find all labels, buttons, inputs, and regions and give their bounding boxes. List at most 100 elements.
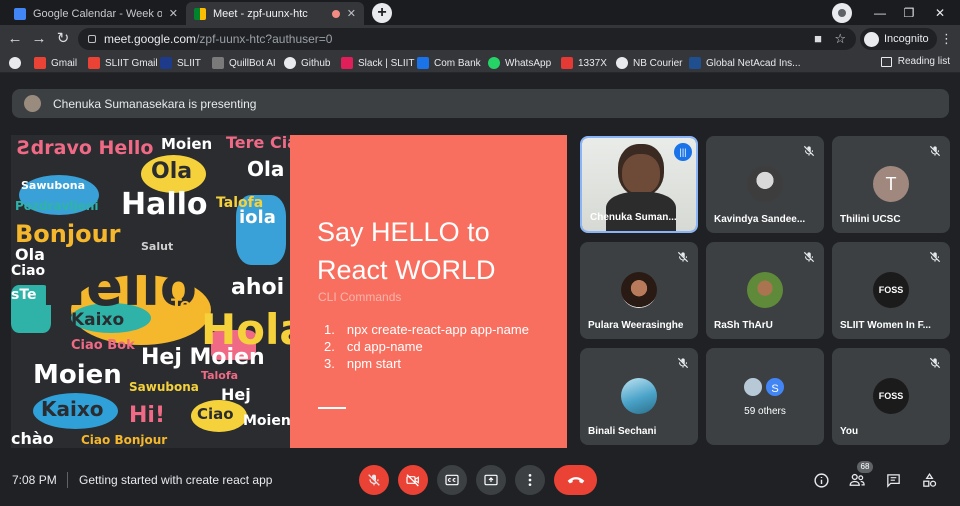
bookmark-github[interactable]: Github xyxy=(284,56,330,70)
participant-tile-others[interactable]: S 59 others xyxy=(706,348,824,445)
reading-list-button[interactable]: Reading list xyxy=(880,56,950,67)
slide-title: Say HELLO to React WORLD xyxy=(317,217,496,285)
chat-button[interactable] xyxy=(883,470,903,490)
participant-tile-sliit-women[interactable]: FOSS SLIIT Women In F... xyxy=(832,242,950,339)
incognito-indicator[interactable]: Incognito xyxy=(860,28,937,50)
participant-tile-pulara[interactable]: Pulara Weerasinghe xyxy=(580,242,698,339)
bookmark-gmail[interactable]: Gmail xyxy=(34,56,77,70)
url-host: meet.google.com xyxy=(104,32,197,46)
toggle-microphone-button[interactable] xyxy=(359,465,389,495)
bookmark-1337x[interactable]: 1337X xyxy=(561,56,607,70)
avatar xyxy=(621,378,657,414)
presented-slide: Ƨdravo Hello Moien Tere Ciao Ola Sawubon… xyxy=(11,135,567,448)
avatar xyxy=(747,166,783,202)
participant-tile-thilini[interactable]: T Thilini UCSC xyxy=(832,136,950,233)
activities-shapes-icon xyxy=(922,472,936,487)
back-icon[interactable]: ← xyxy=(6,30,24,48)
com-bank-icon xyxy=(417,57,429,69)
tab-meet[interactable]: Meet - zpf-uunx-htc ✕ xyxy=(186,2,364,25)
gmail-icon xyxy=(88,57,100,69)
chrome-menu-icon[interactable]: ⋮ xyxy=(940,31,953,47)
chat-icon xyxy=(886,473,900,488)
new-tab-button[interactable]: + xyxy=(372,3,392,23)
participant-tile-chenuka[interactable]: ||| Chenuka Suman... xyxy=(580,136,698,233)
presenting-text: Chenuka Sumanasekara is presenting xyxy=(53,96,257,111)
participant-name: RaSh ThArU xyxy=(714,320,773,331)
bookmark-global-netacad[interactable]: Global NetAcad Ins... xyxy=(689,56,801,70)
bookmark-nb-courier[interactable]: NB Courier xyxy=(616,56,682,70)
activities-button[interactable] xyxy=(919,470,939,490)
more-options-button[interactable] xyxy=(515,465,545,495)
incognito-label: Incognito xyxy=(884,33,929,45)
speaking-indicator-icon: ||| xyxy=(674,143,692,161)
reload-icon[interactable]: ↻ xyxy=(54,30,72,48)
others-count: 59 others xyxy=(744,406,786,417)
participant-tile-rash[interactable]: RaSh ThArU xyxy=(706,242,824,339)
toggle-camera-button[interactable] xyxy=(398,465,428,495)
hello-words-collage-image: Ƨdravo Hello Moien Tere Ciao Ola Sawubon… xyxy=(11,135,290,448)
list-item: 2. cd app-name xyxy=(324,339,423,354)
meeting-details-button[interactable] xyxy=(811,470,831,490)
address-bar[interactable]: meet.google.com/zpf-uunx-htc?authuser=0 … xyxy=(78,28,856,50)
mic-off-icon xyxy=(366,472,382,488)
tab-close-icon[interactable]: ✕ xyxy=(347,7,356,20)
minimize-icon[interactable]: — xyxy=(870,3,890,23)
bookmark-quillbot[interactable]: QuillBot AI xyxy=(212,56,276,70)
whatsapp-icon xyxy=(488,57,500,69)
camera-in-use-icon[interactable]: ■ xyxy=(814,31,822,46)
mic-off-icon xyxy=(802,144,816,158)
tab-google-calendar[interactable]: Google Calendar - Week of Augu ✕ xyxy=(6,2,186,25)
mic-off-icon xyxy=(676,356,690,370)
participant-tile-you[interactable]: FOSS You xyxy=(832,348,950,445)
participant-name: Binali Sechani xyxy=(588,426,657,437)
gmail-icon xyxy=(34,57,46,69)
calendar-favicon-icon xyxy=(14,7,26,20)
people-icon xyxy=(849,473,865,486)
captions-button[interactable] xyxy=(437,465,467,495)
participant-tile-binali[interactable]: Binali Sechani xyxy=(580,348,698,445)
hang-up-icon xyxy=(567,477,584,484)
forward-icon[interactable]: → xyxy=(30,30,48,48)
reading-list-icon xyxy=(880,56,892,67)
restore-icon[interactable]: ❐ xyxy=(899,3,919,23)
slack-icon xyxy=(341,57,353,69)
mic-off-icon xyxy=(928,250,942,264)
camera-off-icon xyxy=(406,474,419,487)
bookmark-apps-icon[interactable] xyxy=(9,56,21,70)
bookmarks-bar: Gmail SLIIT Gmail SLIIT QuillBot AI Gith… xyxy=(0,53,960,73)
participant-tile-kavindya[interactable]: Kavindya Sandee... xyxy=(706,136,824,233)
netacad-icon xyxy=(689,57,701,69)
bookmark-sliit[interactable]: SLIIT xyxy=(160,56,201,70)
participant-name: SLIIT Women In F... xyxy=(840,320,931,331)
bookmark-com-bank[interactable]: Com Bank xyxy=(417,56,481,70)
browser-tab-strip: Google Calendar - Week of Augu ✕ Meet - … xyxy=(0,0,960,25)
participant-count-badge: 68 xyxy=(857,461,873,473)
bookmark-star-icon[interactable]: ☆ xyxy=(834,31,846,47)
globe-icon xyxy=(616,57,628,69)
presenting-banner: Chenuka Sumanasekara is presenting xyxy=(12,89,949,118)
foss-logo-avatar: FOSS xyxy=(873,272,909,308)
bookmark-slack[interactable]: Slack | SLIIT xyxy=(341,56,415,70)
meet-control-bar: 7:08 PM Getting started with create reac… xyxy=(0,456,960,506)
show-everyone-button[interactable] xyxy=(847,470,867,490)
quillbot-icon xyxy=(212,57,224,69)
present-now-button[interactable] xyxy=(476,465,506,495)
present-screen-icon xyxy=(484,474,498,486)
bookmark-sliit-gmail[interactable]: SLIIT Gmail xyxy=(88,56,158,70)
slide-content-panel: Say HELLO to React WORLD CLI Commands 1.… xyxy=(290,135,567,448)
profile-icon[interactable] xyxy=(832,3,852,23)
browser-toolbar: ← → ↻ meet.google.com/zpf-uunx-htc?authu… xyxy=(0,25,960,53)
url-path: /zpf-uunx-htc?authuser=0 xyxy=(196,32,333,46)
close-window-icon[interactable]: ✕ xyxy=(930,3,950,23)
avatar xyxy=(747,272,783,308)
list-item: 3. npm start xyxy=(324,356,402,371)
recording-indicator-icon xyxy=(331,9,340,18)
leave-call-button[interactable] xyxy=(554,465,597,495)
meet-favicon-icon xyxy=(194,7,206,20)
presenter-avatar xyxy=(24,95,41,112)
tab-close-icon[interactable]: ✕ xyxy=(169,7,178,20)
avatar xyxy=(742,376,764,398)
github-icon xyxy=(284,57,296,69)
bookmark-whatsapp[interactable]: WhatsApp xyxy=(488,56,551,70)
meeting-title: Getting started with create react app xyxy=(79,473,273,487)
